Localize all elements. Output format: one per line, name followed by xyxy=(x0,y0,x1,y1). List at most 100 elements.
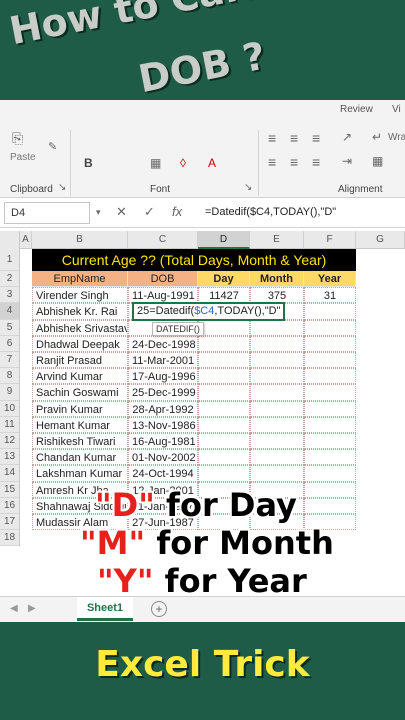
tab-view[interactable]: Vi xyxy=(392,104,401,115)
align-center-icon[interactable]: ≡ xyxy=(290,154,298,170)
emp-name-cell[interactable]: Sachin Goswami xyxy=(32,384,128,401)
bold-icon[interactable]: B xyxy=(84,156,93,170)
column-header-e[interactable]: E xyxy=(250,231,304,249)
add-sheet-button[interactable]: + xyxy=(151,601,167,617)
emp-name-cell[interactable]: Virender Singh xyxy=(32,287,128,304)
row-header[interactable]: 3 xyxy=(0,287,20,304)
year-cell[interactable] xyxy=(304,368,356,385)
format-painter-icon[interactable]: ✎ xyxy=(48,140,57,153)
row-header[interactable]: 5 xyxy=(0,319,20,336)
row-header[interactable]: 6 xyxy=(0,335,20,352)
cancel-icon[interactable]: ✕ xyxy=(116,204,127,220)
day-cell[interactable]: 11427 xyxy=(198,287,250,304)
dob-cell[interactable]: 28-Apr-1992 xyxy=(128,400,198,417)
month-cell[interactable] xyxy=(250,319,304,336)
column-header-a[interactable]: A xyxy=(20,231,32,249)
row-header[interactable]: 4 xyxy=(0,303,20,320)
header-day[interactable]: Day xyxy=(198,271,250,288)
month-cell[interactable]: 375 xyxy=(250,287,304,304)
dob-cell[interactable]: 13-Nov-1986 xyxy=(128,416,198,433)
row-header[interactable]: 7 xyxy=(0,352,20,369)
column-header-c[interactable]: C xyxy=(128,231,198,249)
row-header[interactable]: 12 xyxy=(0,433,20,450)
day-cell[interactable] xyxy=(198,384,250,401)
month-cell[interactable] xyxy=(250,335,304,352)
emp-name-cell[interactable]: Lakshman Kumar xyxy=(32,465,128,482)
day-cell[interactable] xyxy=(198,335,250,352)
dob-cell[interactable]: 16-Aug-1981 xyxy=(128,433,198,450)
sheet-next-icon[interactable]: ▶ xyxy=(28,603,36,614)
row-header[interactable]: 16 xyxy=(0,497,20,514)
day-cell[interactable] xyxy=(198,368,250,385)
paste-icon[interactable]: ⎘ xyxy=(12,130,23,147)
row-header[interactable]: 14 xyxy=(0,465,20,482)
year-cell[interactable]: 31 xyxy=(304,287,356,304)
dob-cell[interactable]: 24-Oct-1994 xyxy=(128,465,198,482)
emp-name-cell[interactable]: Hemant Kumar xyxy=(32,416,128,433)
day-cell[interactable] xyxy=(198,352,250,369)
row-header[interactable]: 1 xyxy=(0,249,20,271)
day-cell[interactable] xyxy=(198,449,250,466)
row-header[interactable]: 11 xyxy=(0,416,20,433)
borders-icon[interactable]: ▦ xyxy=(150,156,161,170)
emp-name-cell[interactable]: Abhishek Kr. Rai xyxy=(32,303,128,320)
insert-function-icon[interactable]: fx xyxy=(172,204,182,219)
name-box-dropdown-icon[interactable]: ▾ xyxy=(96,207,101,218)
dob-cell[interactable]: 01-Nov-2002 xyxy=(128,449,198,466)
align-top-icon[interactable]: ≡ xyxy=(268,130,276,146)
merge-icon[interactable]: ▦ xyxy=(372,154,383,168)
sheet-prev-icon[interactable]: ◀ xyxy=(10,603,18,614)
font-launcher-icon[interactable]: ↘ xyxy=(244,182,252,193)
day-cell[interactable] xyxy=(198,400,250,417)
column-header-f[interactable]: F xyxy=(304,231,356,249)
day-cell[interactable] xyxy=(198,433,250,450)
year-cell[interactable] xyxy=(304,303,356,320)
header-month[interactable]: Month xyxy=(250,271,304,288)
fill-color-icon[interactable]: ◊ xyxy=(180,156,186,170)
day-cell[interactable] xyxy=(198,465,250,482)
year-cell[interactable] xyxy=(304,449,356,466)
title-banner-cell[interactable]: Current Age ?? (Total Days, Month & Year… xyxy=(32,249,356,271)
emp-name-cell[interactable]: Abhishek Srivastava xyxy=(32,319,128,336)
row-header[interactable]: 10 xyxy=(0,400,20,417)
month-cell[interactable] xyxy=(250,449,304,466)
dob-cell[interactable]: 11-Aug-1991 xyxy=(128,287,198,304)
year-cell[interactable] xyxy=(304,433,356,450)
month-cell[interactable] xyxy=(250,352,304,369)
font-color-icon[interactable]: A xyxy=(208,156,216,170)
emp-name-cell[interactable]: Chandan Kumar xyxy=(32,449,128,466)
indent-icon[interactable]: ⇥ xyxy=(342,154,352,168)
month-cell[interactable] xyxy=(250,433,304,450)
align-right-icon[interactable]: ≡ xyxy=(312,154,320,170)
row-header[interactable]: 15 xyxy=(0,481,20,498)
emp-name-cell[interactable]: Dhadwal Deepak xyxy=(32,335,128,352)
dob-cell[interactable]: 17-Aug-1996 xyxy=(128,368,198,385)
select-all-corner[interactable] xyxy=(0,231,20,249)
align-left-icon[interactable]: ≡ xyxy=(268,154,276,170)
orientation-icon[interactable]: ↗ xyxy=(342,130,352,144)
active-edit-cell[interactable]: 25=Datedif($C4,TODAY(),"D" xyxy=(132,302,286,321)
year-cell[interactable] xyxy=(304,384,356,401)
header-year[interactable]: Year xyxy=(304,271,356,288)
day-cell[interactable] xyxy=(198,416,250,433)
month-cell[interactable] xyxy=(250,416,304,433)
row-header[interactable]: 8 xyxy=(0,368,20,385)
column-header-g[interactable]: G xyxy=(356,231,405,249)
formula-input[interactable]: =Datedif($C4,TODAY(),"D" xyxy=(205,206,336,218)
month-cell[interactable] xyxy=(250,368,304,385)
name-box[interactable]: D4 xyxy=(4,202,90,224)
month-cell[interactable] xyxy=(250,465,304,482)
align-bottom-icon[interactable]: ≡ xyxy=(312,130,320,146)
wrap-text-icon[interactable]: ↵ xyxy=(372,130,382,144)
year-cell[interactable] xyxy=(304,416,356,433)
dob-cell[interactable]: 24-Dec-1998 xyxy=(128,335,198,352)
year-cell[interactable] xyxy=(304,335,356,352)
row-header[interactable]: 18 xyxy=(0,530,20,547)
row-header[interactable]: 17 xyxy=(0,514,20,531)
year-cell[interactable] xyxy=(304,319,356,336)
year-cell[interactable] xyxy=(304,497,356,514)
emp-name-cell[interactable]: Rishikesh Tiwari xyxy=(32,433,128,450)
clipboard-launcher-icon[interactable]: ↘ xyxy=(58,182,66,193)
align-middle-icon[interactable]: ≡ xyxy=(290,130,298,146)
day-cell[interactable] xyxy=(198,319,250,336)
